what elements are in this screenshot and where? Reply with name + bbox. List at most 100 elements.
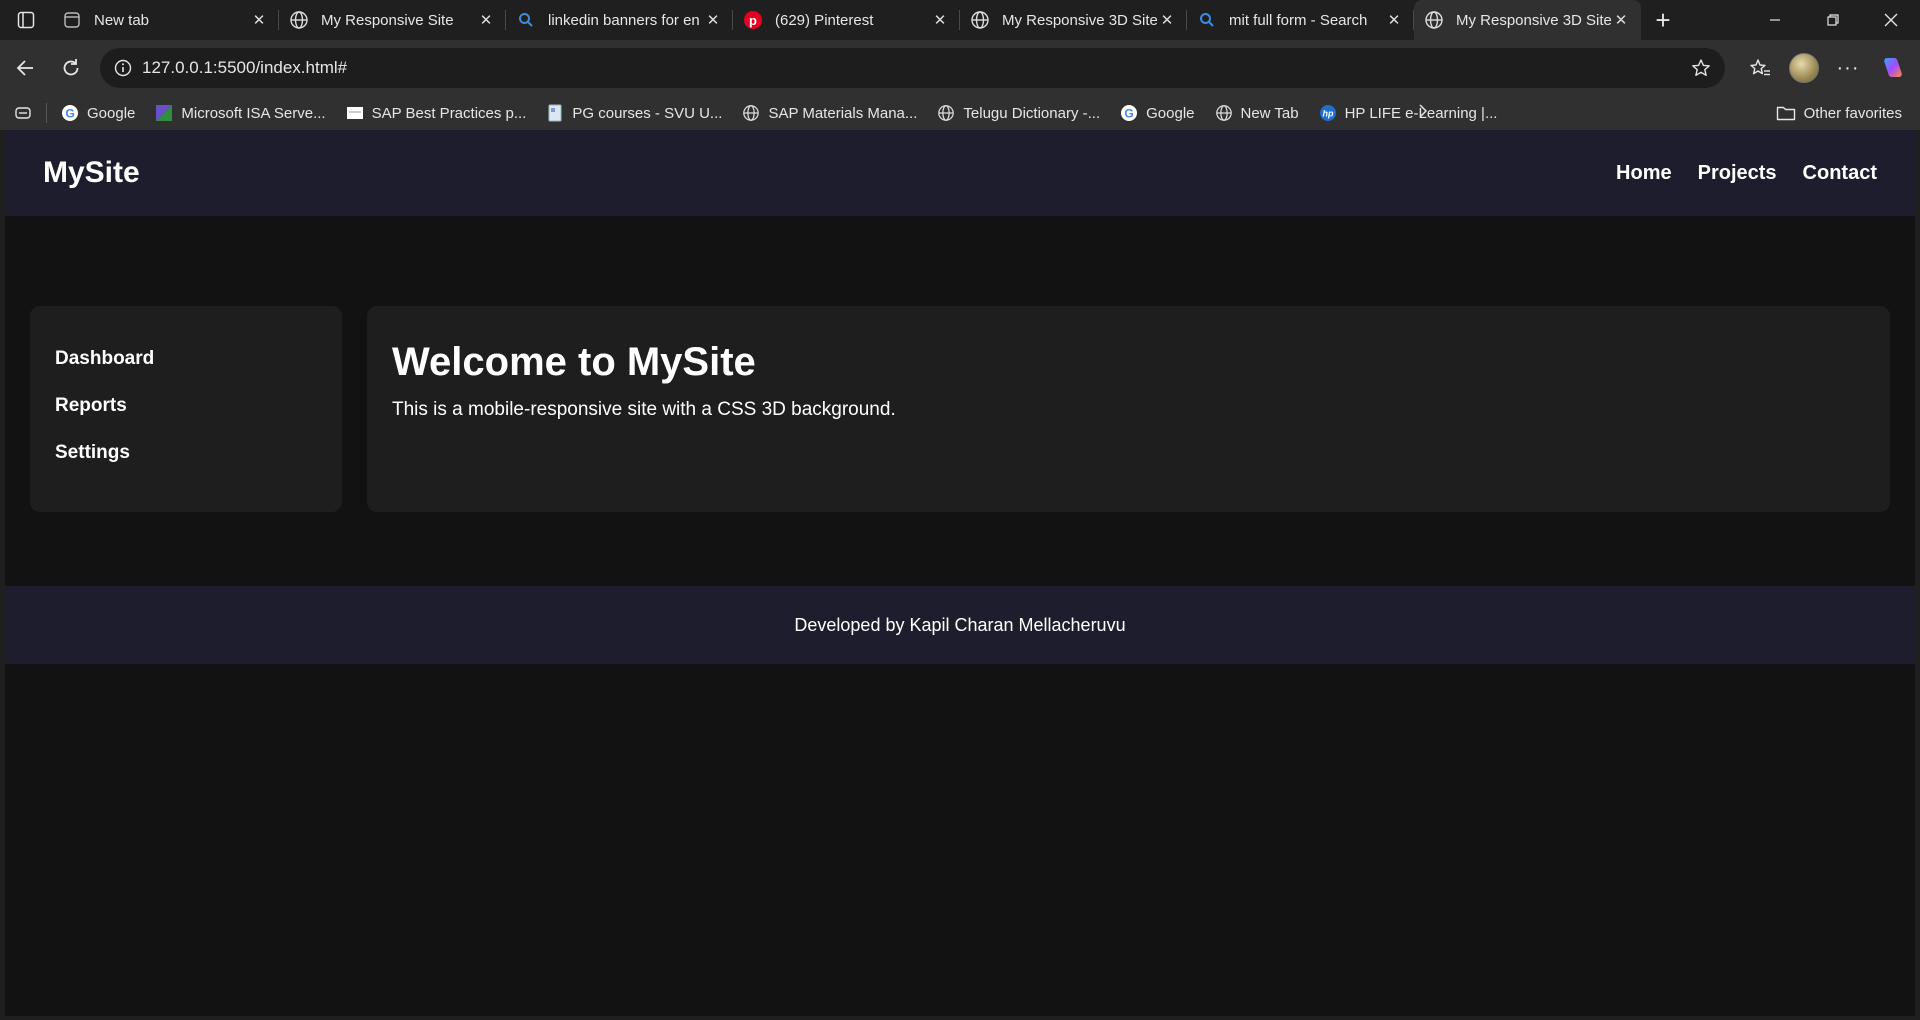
tab-my-responsive-site[interactable]: My Responsive Site ✕ xyxy=(279,0,506,40)
collections-icon xyxy=(15,107,31,119)
sidebar-item-settings[interactable]: Settings xyxy=(55,442,317,489)
page-icon xyxy=(346,104,364,122)
tab-mit-search[interactable]: mit full form - Search ✕ xyxy=(1187,0,1414,40)
bookmark-sap-best-practices[interactable]: SAP Best Practices p... xyxy=(346,104,527,122)
refresh-button[interactable] xyxy=(48,48,94,88)
content-layout: Dashboard Reports Settings Welcome to My… xyxy=(30,306,1890,512)
hp-icon: hp xyxy=(1319,104,1337,122)
tab-title: (629) Pinterest xyxy=(775,11,874,29)
site-footer: Developed by Kapil Charan Mellacheruvu xyxy=(5,586,1915,664)
favorite-star-icon[interactable] xyxy=(1691,58,1711,78)
chevron-right-icon xyxy=(1419,104,1428,118)
bookmark-new-tab[interactable]: New Tab xyxy=(1215,104,1299,122)
newtab-icon xyxy=(62,10,82,30)
bookmark-label: Google xyxy=(1146,104,1195,122)
bookmark-google[interactable]: G Google xyxy=(61,104,135,122)
nav-projects[interactable]: Projects xyxy=(1698,162,1777,185)
copilot-button[interactable] xyxy=(1870,48,1914,88)
globe-icon xyxy=(1215,104,1233,122)
google-icon: G xyxy=(61,104,79,122)
bookmark-label: New Tab xyxy=(1240,104,1299,122)
tab-new-tab[interactable]: New tab ✕ xyxy=(52,0,279,40)
tab-title: My Responsive 3D Site xyxy=(1456,11,1611,29)
tab-title: My Responsive 3D Site xyxy=(1002,11,1157,29)
globe-icon xyxy=(970,10,990,30)
bookmark-label: SAP Best Practices p... xyxy=(371,104,527,122)
address-bar[interactable]: 127.0.0.1:5500/index.html# xyxy=(100,48,1725,88)
tab-title: My Responsive Site xyxy=(321,11,454,29)
tab-title: mit full form - Search xyxy=(1229,11,1368,29)
folder-icon xyxy=(1776,106,1795,121)
back-arrow-icon xyxy=(16,60,33,76)
url-text[interactable]: 127.0.0.1:5500/index.html# xyxy=(142,58,1691,78)
nav-home[interactable]: Home xyxy=(1616,162,1672,185)
sidebar-item-reports[interactable]: Reports xyxy=(55,395,317,442)
site-logo[interactable]: MySite xyxy=(43,156,140,190)
svg-text:hp: hp xyxy=(1322,109,1333,119)
close-window-button[interactable] xyxy=(1862,0,1920,40)
close-tab-icon[interactable]: ✕ xyxy=(1611,10,1631,30)
tab-strip: New tab ✕ My Responsive Site ✕ linkedin … xyxy=(0,0,1920,40)
close-tab-icon[interactable]: ✕ xyxy=(476,10,496,30)
bookmarks-bar: G Google Microsoft ISA Serve... SAP Best… xyxy=(0,96,1920,130)
bookmarks-overflow-button[interactable] xyxy=(1416,104,1430,122)
intro-text: This is a mobile-responsive site with a … xyxy=(392,399,896,420)
avatar xyxy=(1789,53,1819,83)
collections-button[interactable] xyxy=(14,104,32,122)
globe-icon xyxy=(742,104,760,122)
main-content: Welcome to MySite This is a mobile-respo… xyxy=(367,306,1890,512)
sidebar-item-dashboard[interactable]: Dashboard xyxy=(55,348,317,395)
tabs: New tab ✕ My Responsive Site ✕ linkedin … xyxy=(52,0,1641,40)
refresh-icon xyxy=(63,59,79,76)
other-favorites[interactable]: Other favorites xyxy=(1776,104,1902,122)
doc-icon xyxy=(546,104,564,122)
bookmark-label: SAP Materials Mana... xyxy=(768,104,918,122)
tab-my-responsive-3d-site[interactable]: My Responsive 3D Site ✕ xyxy=(960,0,1187,40)
bookmark-telugu-dictionary[interactable]: Telugu Dictionary -... xyxy=(937,104,1100,122)
page-title: Welcome to MySite xyxy=(392,340,756,384)
tab-pinterest[interactable]: p (629) Pinterest ✕ xyxy=(733,0,960,40)
search-icon xyxy=(516,10,536,30)
restore-button[interactable] xyxy=(1804,0,1862,40)
svg-text:p: p xyxy=(749,13,757,28)
close-tab-icon[interactable]: ✕ xyxy=(1157,10,1177,30)
toolbar-right: ··· xyxy=(1738,48,1920,88)
bookmark-pg-courses[interactable]: PG courses - SVU U... xyxy=(546,104,722,122)
page-viewport: MySite Home Projects Contact Dashboard R… xyxy=(5,130,1915,1016)
new-tab-button[interactable]: + xyxy=(1641,0,1685,40)
close-tab-icon[interactable]: ✕ xyxy=(703,10,723,30)
plus-icon: + xyxy=(1655,4,1671,35)
bookmark-label: Telugu Dictionary -... xyxy=(963,104,1101,122)
tab-actions-icon xyxy=(17,11,35,29)
close-tab-icon[interactable]: ✕ xyxy=(249,10,269,30)
minimize-button[interactable] xyxy=(1746,0,1804,40)
bookmark-microsoft-isa[interactable]: Microsoft ISA Serve... xyxy=(155,104,326,122)
search-icon xyxy=(1197,10,1217,30)
browser-toolbar: 127.0.0.1:5500/index.html# ··· xyxy=(0,40,1920,96)
tab-linkedin-search[interactable]: linkedin banners for en ✕ xyxy=(506,0,733,40)
back-button[interactable] xyxy=(2,48,48,88)
bookmark-hp-life[interactable]: hp HP LIFE e-Learning |... xyxy=(1319,104,1497,122)
close-icon xyxy=(1884,13,1898,27)
favorites-button[interactable] xyxy=(1738,48,1782,88)
tab-actions-button[interactable] xyxy=(0,0,52,40)
tab-my-responsive-3d-site-active[interactable]: My Responsive 3D Site ✕ xyxy=(1414,0,1641,40)
close-tab-icon[interactable]: ✕ xyxy=(930,10,950,30)
bookmark-sap-materials[interactable]: SAP Materials Mana... xyxy=(742,104,917,122)
tab-title: linkedin banners for en xyxy=(548,11,700,29)
sidebar: Dashboard Reports Settings xyxy=(30,306,342,512)
more-menu-button[interactable]: ··· xyxy=(1826,48,1870,88)
google-icon: G xyxy=(1120,104,1138,122)
bookmark-label: Microsoft ISA Serve... xyxy=(181,104,326,122)
minimize-icon xyxy=(1770,19,1780,21)
bookmark-google-2[interactable]: G Google xyxy=(1120,104,1195,122)
site-info-icon[interactable] xyxy=(114,59,132,77)
profile-button[interactable] xyxy=(1782,48,1826,88)
bookmark-label: PG courses - SVU U... xyxy=(572,104,723,122)
pinterest-icon: p xyxy=(743,10,763,30)
close-tab-icon[interactable]: ✕ xyxy=(1384,10,1404,30)
nav-contact[interactable]: Contact xyxy=(1803,162,1877,185)
globe-icon xyxy=(289,10,309,30)
isa-icon xyxy=(155,104,173,122)
bookmarks-divider xyxy=(46,103,47,123)
